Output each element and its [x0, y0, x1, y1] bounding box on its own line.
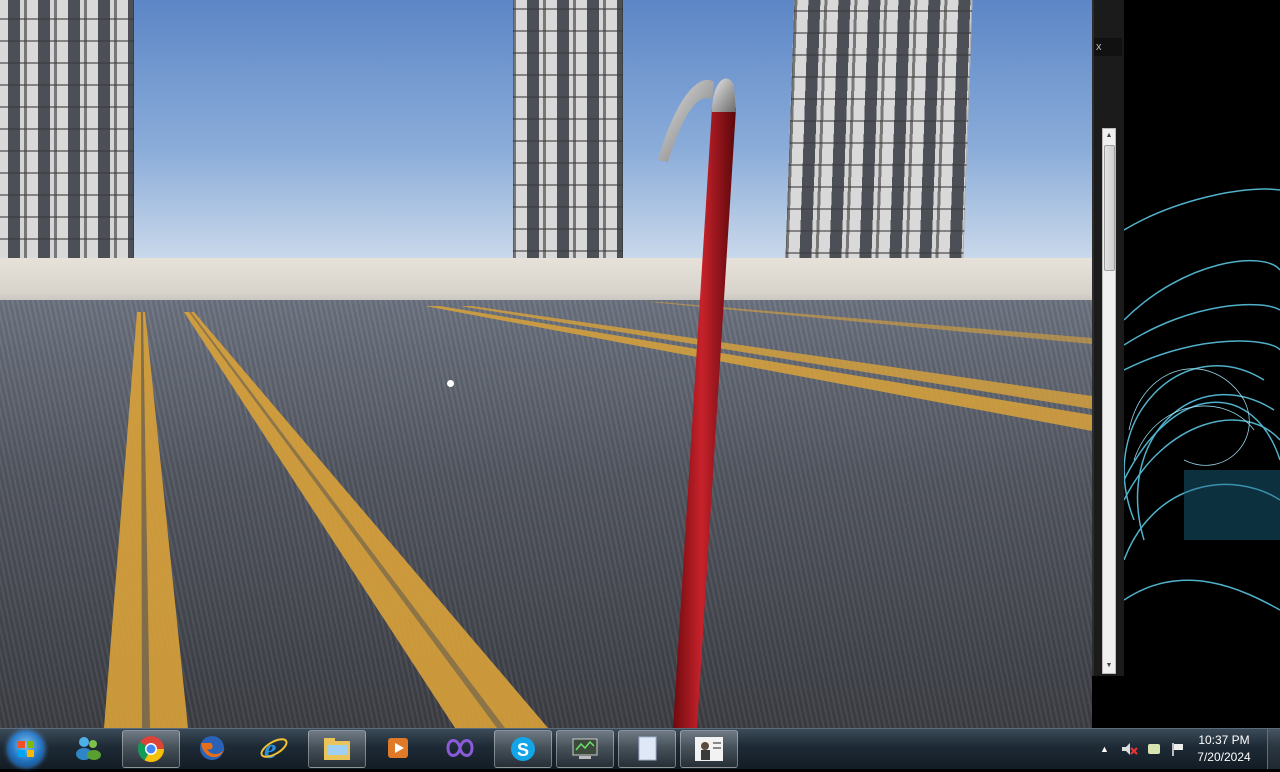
- windows-live-messenger-icon: [76, 737, 101, 760]
- taskbar-image-viewer[interactable]: [680, 730, 738, 768]
- chrome-icon: [137, 736, 164, 762]
- visual-studio-icon: [446, 739, 474, 757]
- taskbar-messenger[interactable]: [60, 730, 116, 766]
- close-button[interactable]: x: [1094, 38, 1122, 56]
- document-icon: [638, 736, 657, 761]
- firefox-icon: [200, 736, 225, 760]
- show-hidden-icons-icon[interactable]: ▲: [1100, 744, 1114, 754]
- clock-time: 10:37 PM: [1198, 733, 1250, 747]
- skype-icon: S: [511, 737, 535, 761]
- file-explorer-icon: [324, 738, 350, 760]
- game-viewport[interactable]: [0, 0, 1092, 728]
- action-center-flag-icon[interactable]: [1170, 741, 1186, 757]
- taskbar-chrome[interactable]: [122, 730, 180, 768]
- system-tray: ▲: [1100, 729, 1186, 769]
- svg-text:S: S: [517, 740, 529, 760]
- start-button[interactable]: [8, 731, 44, 767]
- taskbar-remote-desktop[interactable]: [556, 730, 614, 768]
- windows-logo-icon: [18, 741, 34, 757]
- image-viewer-icon: [695, 737, 723, 761]
- remote-desktop-icon: [572, 738, 598, 759]
- taskbar: e S ▲ 10:37 PM 7/20/2024: [0, 728, 1280, 769]
- clock-date: 7/20/2024: [1197, 750, 1251, 764]
- taskbar-skype[interactable]: S: [494, 730, 552, 768]
- system-clock[interactable]: 10:37 PM 7/20/2024: [1192, 732, 1256, 766]
- media-player-icon: [388, 738, 408, 758]
- scroll-thumb[interactable]: [1104, 145, 1115, 271]
- crosshair: [447, 380, 454, 387]
- network-icon[interactable]: [1146, 741, 1162, 757]
- crowbar: [658, 78, 736, 728]
- taskbar-ie[interactable]: e: [246, 730, 302, 766]
- scroll-down-icon[interactable]: ▼: [1103, 659, 1115, 673]
- internet-explorer-icon: e: [260, 734, 288, 763]
- side-window: x ▲ ▼: [1092, 0, 1124, 676]
- vertical-scrollbar[interactable]: ▲ ▼: [1102, 128, 1116, 674]
- show-desktop-button[interactable]: [1267, 729, 1280, 769]
- taskbar-media-player[interactable]: [370, 730, 426, 766]
- volume-muted-icon[interactable]: [1120, 740, 1138, 758]
- taskbar-explorer[interactable]: [308, 730, 366, 768]
- taskbar-firefox[interactable]: [184, 730, 240, 766]
- taskbar-visual-studio[interactable]: [432, 730, 488, 766]
- wallpaper-swirl: [1124, 188, 1280, 611]
- desktop-wallpaper: [1124, 0, 1280, 728]
- scroll-up-icon[interactable]: ▲: [1103, 129, 1115, 143]
- taskbar-document[interactable]: [618, 730, 676, 768]
- svg-text:e: e: [264, 734, 276, 763]
